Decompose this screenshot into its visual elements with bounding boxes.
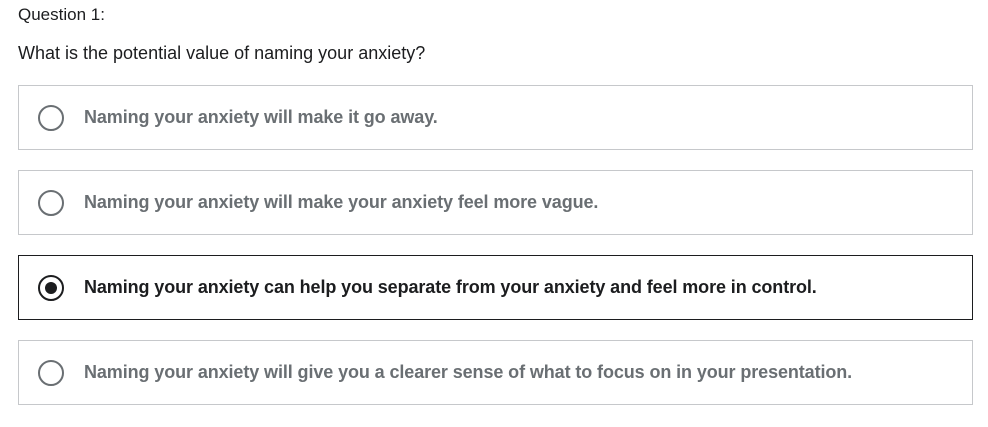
answer-option-text: Naming your anxiety will make your anxie…	[84, 192, 599, 212]
answer-option-text: Naming your anxiety will make it go away…	[84, 107, 438, 127]
radio-button-checked-icon[interactable]	[38, 274, 64, 301]
answer-option-text: Naming your anxiety can help you separat…	[84, 277, 817, 297]
radio-button-unchecked-icon[interactable]	[38, 104, 64, 131]
radio-button-unchecked-icon[interactable]	[38, 189, 64, 216]
question-prompt: What is the potential value of naming yo…	[18, 43, 426, 63]
answer-options: Naming your anxiety will make it go away…	[18, 85, 973, 425]
answer-option-1[interactable]: Naming your anxiety will make it go away…	[18, 85, 973, 150]
radio-button-unchecked-icon[interactable]	[38, 359, 64, 386]
answer-option-2[interactable]: Naming your anxiety will make your anxie…	[18, 170, 973, 235]
answer-option-text: Naming your anxiety will give you a clea…	[84, 362, 853, 382]
question-number: Question 1:	[18, 5, 105, 24]
radio-dot-icon	[45, 281, 57, 294]
answer-option-4[interactable]: Naming your anxiety will give you a clea…	[18, 340, 973, 405]
answer-option-3[interactable]: Naming your anxiety can help you separat…	[18, 255, 973, 320]
